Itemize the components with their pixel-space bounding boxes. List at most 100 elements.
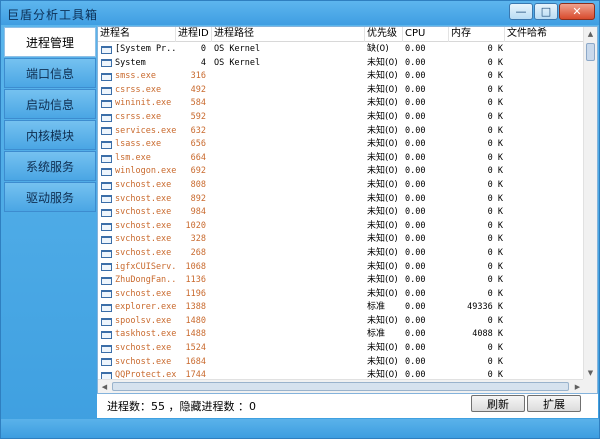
scroll-down-icon[interactable]: ▼ (584, 366, 597, 380)
cell-priority: 未知(0) (367, 261, 398, 272)
process-name-text: svchost.exe (115, 288, 172, 299)
horizontal-scrollbar[interactable]: ◀ ▶ (98, 379, 584, 393)
table-row[interactable]: svchost.exe 808 未知(0) 0.00 0 K (98, 179, 584, 193)
cell-path (212, 288, 365, 302)
table-row[interactable]: smss.exe 316 未知(0) 0.00 0 K (98, 70, 584, 84)
cell-process-name: ZhuDongFan... (98, 274, 176, 288)
expand-button[interactable]: 扩展 (527, 395, 581, 412)
column-header-name[interactable]: 进程名 (98, 27, 176, 42)
table-row[interactable]: svchost.exe 1020 未知(0) 0.00 0 K (98, 220, 584, 234)
table-row[interactable]: lsm.exe 664 未知(0) 0.00 0 K (98, 152, 584, 166)
sidebar-item-port-info[interactable]: 端口信息 (4, 58, 96, 88)
table-row[interactable]: csrss.exe 592 未知(0) 0.00 0 K (98, 111, 584, 125)
cell-file-hash (505, 288, 584, 302)
table-row[interactable]: winlogon.exe 692 未知(0) 0.00 0 K (98, 165, 584, 179)
table-row[interactable]: services.exe 632 未知(0) 0.00 0 K (98, 125, 584, 139)
sidebar-item-system-services[interactable]: 系统服务 (4, 151, 96, 181)
process-window-icon (101, 222, 112, 231)
cell-priority: 缺(0) (367, 44, 389, 54)
process-name-text: svchost.exe (115, 193, 172, 204)
table-row[interactable]: svchost.exe 268 未知(0) 0.00 0 K (98, 247, 584, 261)
cell-priority: 未知(0) (367, 343, 398, 354)
process-name-text: services.exe (115, 125, 176, 136)
process-window-icon (101, 127, 112, 136)
cell-file-hash (505, 342, 584, 356)
cell-file-hash (505, 43, 584, 57)
column-header-pid[interactable]: 进程ID (176, 27, 212, 42)
cell-process-name: csrss.exe (98, 84, 176, 98)
cell-pid: 656 (190, 139, 206, 150)
sidebar-item-kernel-modules[interactable]: 内核模块 (4, 120, 96, 150)
table-row[interactable]: [System Pr... 0 OS Kernel 缺(0) 0.00 0 K (98, 43, 584, 57)
cell-path (212, 138, 365, 152)
minimize-button[interactable]: — (509, 3, 533, 20)
process-window-icon (101, 113, 112, 122)
vertical-scroll-thumb[interactable] (586, 43, 595, 61)
process-window-icon (101, 59, 112, 68)
sidebar-item-driver-services[interactable]: 驱动服务 (4, 182, 96, 212)
table-row[interactable]: wininit.exe 584 未知(0) 0.00 0 K (98, 97, 584, 111)
maximize-button[interactable]: □ (534, 3, 558, 20)
cell-memory: 0 K (487, 139, 503, 150)
cell-memory: 49336 K (467, 302, 503, 313)
cell-memory: 0 K (487, 125, 503, 136)
close-button[interactable]: ✕ (559, 3, 595, 20)
bottom-bar: 进程数：55 ，隐藏进程数 ：0 刷新 扩展 (97, 394, 598, 418)
column-header-cpu[interactable]: CPU (403, 27, 449, 42)
table-row[interactable]: svchost.exe 1196 未知(0) 0.00 0 K (98, 288, 584, 302)
cell-cpu: 0.00 (405, 247, 426, 258)
cell-memory: 0 K (487, 275, 503, 286)
sidebar-item-process-manager[interactable]: 进程管理 (4, 27, 96, 57)
refresh-button[interactable]: 刷新 (471, 395, 525, 412)
process-name-text: csrss.exe (115, 84, 162, 95)
cell-path (212, 261, 365, 275)
table-row[interactable]: igfxCUIServ... 1068 未知(0) 0.00 0 K (98, 261, 584, 275)
table-row[interactable]: svchost.exe 1684 未知(0) 0.00 0 K (98, 356, 584, 370)
column-header-path[interactable]: 进程路径 (212, 27, 365, 42)
column-header-priority[interactable]: 优先级 (365, 27, 403, 42)
cell-pid: 4 (200, 57, 206, 68)
horizontal-scroll-thumb[interactable] (112, 382, 569, 391)
cell-priority: 未知(0) (367, 288, 398, 299)
scroll-up-icon[interactable]: ▲ (584, 27, 597, 41)
table-row[interactable]: svchost.exe 328 未知(0) 0.00 0 K (98, 233, 584, 247)
cell-priority: 未知(0) (367, 111, 398, 122)
column-header-file-hash[interactable]: 文件哈希 (505, 27, 584, 42)
vertical-scrollbar[interactable]: ▲ ▼ (583, 27, 597, 380)
cell-cpu: 0.00 (405, 84, 426, 95)
window-footer (1, 419, 599, 438)
table-row[interactable]: svchost.exe 892 未知(0) 0.00 0 K (98, 193, 584, 207)
cell-process-name: svchost.exe (98, 206, 176, 220)
cell-path (212, 247, 365, 261)
process-window-icon (101, 168, 112, 177)
cell-pid: 492 (190, 84, 206, 95)
process-window-icon (101, 86, 112, 95)
table-row[interactable]: csrss.exe 492 未知(0) 0.00 0 K (98, 84, 584, 98)
column-header-memory[interactable]: 内存 (449, 27, 505, 42)
table-row[interactable]: taskhost.exe 1488 标准 0.00 4088 K (98, 328, 584, 342)
cell-memory: 4088 K (472, 329, 503, 340)
table-row[interactable]: System 4 OS Kernel 未知(0) 0.00 0 K (98, 57, 584, 71)
table-row[interactable]: svchost.exe 1524 未知(0) 0.00 0 K (98, 342, 584, 356)
cell-pid: 1480 (185, 315, 206, 326)
table-row[interactable]: explorer.exe 1388 标准 0.00 49336 K (98, 301, 584, 315)
cell-file-hash (505, 220, 584, 234)
table-row[interactable]: svchost.exe 984 未知(0) 0.00 0 K (98, 206, 584, 220)
cell-path: OS Kernel (214, 44, 261, 54)
table-row[interactable]: lsass.exe 656 未知(0) 0.00 0 K (98, 138, 584, 152)
sidebar-item-startup-info[interactable]: 启动信息 (4, 89, 96, 119)
cell-cpu: 0.00 (405, 71, 426, 82)
scroll-left-icon[interactable]: ◀ (98, 380, 111, 393)
title-bar[interactable]: 巨盾分析工具箱 — □ ✕ (1, 1, 599, 25)
cell-memory: 0 K (487, 193, 503, 204)
cell-memory: 0 K (487, 98, 503, 109)
process-window-icon (101, 208, 112, 217)
cell-cpu: 0.00 (405, 261, 426, 272)
cell-pid: 316 (190, 71, 206, 82)
table-row[interactable]: spoolsv.exe 1480 未知(0) 0.00 0 K (98, 315, 584, 329)
process-name-text: smss.exe (115, 71, 156, 82)
table-row[interactable]: ZhuDongFan... 1136 未知(0) 0.00 0 K (98, 274, 584, 288)
cell-process-name: smss.exe (98, 70, 176, 84)
cell-pid: 1684 (185, 356, 206, 367)
cell-file-hash (505, 111, 584, 125)
